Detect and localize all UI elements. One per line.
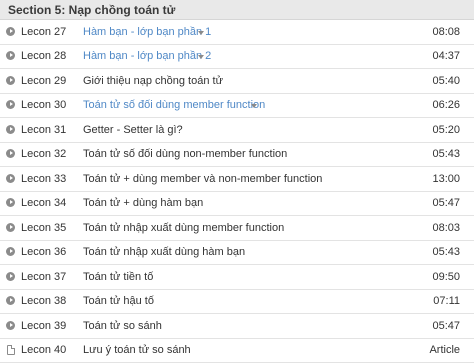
lesson-row[interactable]: Lecon 36 Toán tử nhập xuất dùng hàm bạn 05… — [0, 241, 474, 266]
lesson-number: Lecon 29 — [21, 75, 66, 87]
lesson-duration: Article — [429, 344, 460, 356]
lesson-duration: 08:03 — [432, 222, 460, 234]
lesson-row[interactable]: Lecon 35 Toán tử nhập xuất dùng member fu… — [0, 216, 474, 241]
play-icon — [6, 272, 15, 281]
section-title: Section 5: Nạp chồng toán tử — [8, 3, 175, 17]
lesson-row[interactable]: Lecon 33 Toán tử + dùng member và non-mem… — [0, 167, 474, 192]
play-icon — [6, 174, 15, 183]
lesson-title[interactable]: Hàm bạn - lớp bạn phần 2 — [83, 50, 211, 62]
lesson-title: Toán tử + dùng hàm bạn — [83, 197, 203, 209]
lesson-number: Lecon 30 — [21, 99, 66, 111]
lesson-title: Toán tử số đối dùng non-member function — [83, 148, 287, 160]
lesson-number: Lecon 38 — [21, 295, 66, 307]
lesson-title[interactable]: Toán tử số đối dùng member function — [83, 99, 265, 111]
lesson-duration: 04:37 — [432, 50, 460, 62]
lesson-duration: 05:47 — [432, 320, 460, 332]
lesson-duration: 05:47 — [432, 197, 460, 209]
lesson-number: Lecon 31 — [21, 124, 66, 136]
lesson-number: Lecon 28 — [21, 50, 66, 62]
lesson-row[interactable]: Lecon 34 Toán tử + dùng hàm bạn 05:47 — [0, 192, 474, 217]
lesson-title: Toán tử nhập xuất dùng member function — [83, 222, 284, 234]
play-icon — [6, 198, 15, 207]
lesson-row[interactable]: Lecon 28 Hàm bạn - lớp bạn phần 2 04:37 — [0, 45, 474, 70]
lesson-row[interactable]: Lecon 27 Hàm bạn - lớp bạn phần 1 08:08 — [0, 20, 474, 45]
lesson-duration: 07:11 — [433, 295, 460, 307]
lesson-title: Getter - Setter là gì? — [83, 124, 183, 136]
play-icon — [6, 100, 15, 109]
caret-down-icon[interactable] — [198, 55, 204, 59]
lesson-title: Toán tử nhập xuất dùng hàm bạn — [83, 246, 245, 258]
lesson-row[interactable]: Lecon 29 Giới thiệu nạp chồng toán tử 05:4… — [0, 69, 474, 94]
lesson-title: Toán tử hậu tố — [83, 295, 154, 307]
play-icon — [6, 296, 15, 305]
play-icon — [6, 247, 15, 256]
lesson-row[interactable]: Lecon 37 Toán tử tiền tố 09:50 — [0, 265, 474, 290]
play-icon — [6, 223, 15, 232]
play-icon — [6, 125, 15, 134]
lesson-duration: 06:26 — [432, 99, 460, 111]
lesson-number: Lecon 39 — [21, 320, 66, 332]
lesson-number: Lecon 40 — [21, 344, 66, 356]
lesson-duration: 08:08 — [432, 26, 460, 38]
play-icon — [6, 27, 15, 36]
lesson-duration: 05:40 — [432, 75, 460, 87]
lesson-title: Lưu ý toán tử so sánh — [83, 344, 191, 356]
lesson-number: Lecon 27 — [21, 26, 66, 38]
lesson-number: Lecon 37 — [21, 271, 66, 283]
lesson-title: Toán tử so sánh — [83, 320, 162, 332]
lesson-duration: 13:00 — [432, 173, 460, 185]
lesson-duration: 05:43 — [432, 148, 460, 160]
lesson-row[interactable]: Lecon 38 Toán tử hậu tố 07:11 — [0, 290, 474, 315]
lesson-title[interactable]: Hàm bạn - lớp bạn phần 1 — [83, 26, 211, 38]
play-icon — [6, 51, 15, 60]
lesson-list: Lecon 27Hàm bạn - lớp bạn phần 108:08Lec… — [0, 20, 474, 363]
play-icon — [6, 76, 15, 85]
section-header[interactable]: Section 5: Nạp chồng toán tử — [0, 0, 474, 20]
lesson-duration: 05:43 — [432, 246, 460, 258]
lesson-duration: 09:50 — [432, 271, 460, 283]
lesson-row[interactable]: Lecon 31 Getter - Setter là gì? 05:20 — [0, 118, 474, 143]
caret-down-icon[interactable] — [198, 31, 204, 35]
lesson-row[interactable]: Lecon 32 Toán tử số đối dùng non-member f… — [0, 143, 474, 168]
lesson-number: Lecon 35 — [21, 222, 66, 234]
lesson-duration: 05:20 — [432, 124, 460, 136]
lesson-row[interactable]: Lecon 30 Toán tử số đối dùng member funct… — [0, 94, 474, 119]
lesson-title: Toán tử tiền tố — [83, 271, 153, 283]
document-icon — [7, 345, 15, 355]
lesson-row[interactable]: Lecon 40 Lưu ý toán tử so sánh Article — [0, 339, 474, 363]
lesson-row[interactable]: Lecon 39 Toán tử so sánh 05:47 — [0, 314, 474, 339]
play-icon — [6, 149, 15, 158]
play-icon — [6, 321, 15, 330]
lesson-number: Lecon 32 — [21, 148, 66, 160]
lesson-number: Lecon 33 — [21, 173, 66, 185]
lesson-title: Giới thiệu nạp chồng toán tử — [83, 75, 223, 87]
lesson-number: Lecon 36 — [21, 246, 66, 258]
caret-down-icon[interactable] — [251, 104, 257, 108]
lesson-number: Lecon 34 — [21, 197, 66, 209]
lesson-title: Toán tử + dùng member và non-member func… — [83, 173, 322, 185]
